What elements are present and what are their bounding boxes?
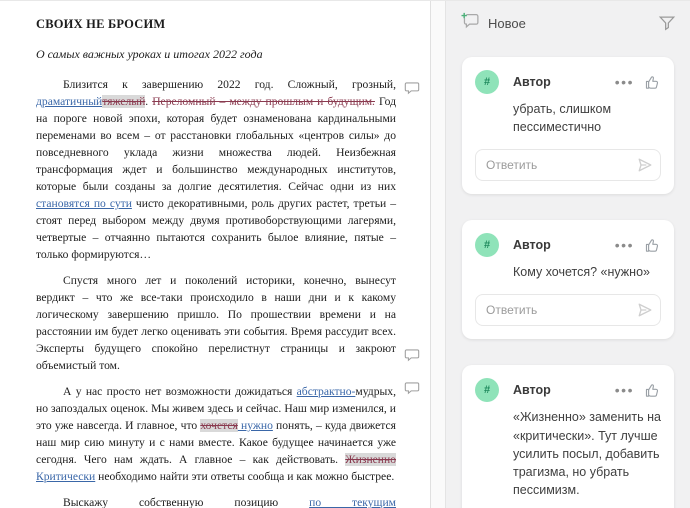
comment-card: # Автор ••• убрать, слишком пессиместичн…: [462, 57, 674, 194]
text-run: Выскажу собственную позицию: [63, 496, 309, 508]
text-run: необходимо найти эти ответы сообща и как…: [95, 470, 394, 483]
send-reply-button[interactable]: [637, 157, 653, 173]
filter-button[interactable]: [658, 14, 676, 32]
filter-icon: [658, 14, 676, 32]
send-reply-button[interactable]: [637, 302, 653, 318]
send-icon: [637, 302, 653, 318]
tracked-change-run: хочется: [200, 419, 238, 432]
tracked-change-run: нужно: [238, 419, 273, 432]
comment-text: Кому хочется? «нужно»: [513, 263, 661, 281]
comment-text: «Жизненно» заменить на «критически». Тут…: [513, 408, 661, 499]
tracked-change-run: абстрактно-: [297, 385, 356, 398]
comment-anchor-icon[interactable]: [404, 348, 420, 362]
tracked-change-run: драматичный: [36, 95, 102, 108]
text-run: Близится к завершению 2022 год. Сложный,…: [63, 78, 396, 91]
tracked-change-run: Критически: [36, 470, 95, 483]
comment-anchor-icon[interactable]: [404, 381, 420, 395]
paragraph: Спустя много лет и поколений историки, к…: [36, 272, 396, 374]
avatar: #: [475, 233, 499, 257]
paragraph: А у нас просто нет возможности дожидатьс…: [36, 383, 396, 485]
thumbs-up-button[interactable]: [644, 74, 661, 91]
document-subtitle: О самых важных уроках и итогах 2022 года: [36, 47, 396, 62]
text-run: А у нас просто нет возможности дожидатьс…: [63, 385, 297, 398]
new-comment-button[interactable]: Новое: [460, 12, 526, 34]
app-window: СВОИХ НЕ БРОСИМ О самых важных уроках и …: [0, 0, 690, 508]
tracked-change-run: Переломный – между прошлым и будущим.: [152, 95, 375, 108]
comment-card-header: # Автор •••: [475, 233, 661, 257]
document-page: СВОИХ НЕ БРОСИМ О самых важных уроках и …: [0, 1, 430, 508]
thumbs-up-button[interactable]: [644, 382, 661, 399]
thumbs-up-icon: [644, 382, 661, 399]
send-icon: [637, 157, 653, 173]
avatar: #: [475, 378, 499, 402]
reply-input[interactable]: [475, 294, 661, 326]
thumbs-up-button[interactable]: [644, 237, 661, 254]
tracked-change-run: становятся по сути: [36, 197, 132, 210]
comment-options-button[interactable]: •••: [615, 77, 634, 87]
document-body: Близится к завершению 2022 год. Сложный,…: [36, 76, 396, 508]
text-run: Год на пороге новой эпохи, которая будет…: [36, 95, 396, 193]
thumbs-up-icon: [644, 237, 661, 254]
comment-text: убрать, слишком пессиместично: [513, 100, 661, 136]
thumbs-up-icon: [644, 74, 661, 91]
comment-anchor-icon[interactable]: [404, 81, 420, 95]
reply-row: [475, 294, 661, 326]
comment-author: Автор: [513, 238, 551, 252]
comment-card-header: # Автор •••: [475, 378, 661, 402]
add-comment-icon: [460, 12, 480, 34]
avatar: #: [475, 70, 499, 94]
comment-author: Автор: [513, 383, 551, 397]
comment-options-button[interactable]: •••: [615, 240, 634, 250]
comments-panel-header: Новое: [460, 11, 676, 35]
new-comment-label: Новое: [488, 16, 526, 31]
reply-row: [475, 149, 661, 181]
comment-card-header: # Автор •••: [475, 70, 661, 94]
comment-card: # Автор ••• «Жизненно» заменить на «крит…: [462, 365, 674, 508]
paragraph: Близится к завершению 2022 год. Сложный,…: [36, 76, 396, 263]
tracked-change-run: Жизненно: [345, 453, 396, 466]
document-scrollbar[interactable]: [430, 1, 446, 508]
reply-input[interactable]: [475, 149, 661, 181]
comment-options-button[interactable]: •••: [615, 385, 634, 395]
tracked-change-run: тяжелый: [102, 95, 145, 108]
comments-list: # Автор ••• убрать, слишком пессиместичн…: [460, 57, 676, 508]
paragraph: Выскажу собственную позицию по текущим с…: [36, 494, 396, 508]
text-run: Спустя много лет и поколений историки, к…: [36, 274, 396, 372]
document-title: СВОИХ НЕ БРОСИМ: [36, 17, 396, 32]
comment-card: # Автор ••• Кому хочется? «нужно»: [462, 220, 674, 339]
comment-author: Автор: [513, 75, 551, 89]
comments-panel: Новое # Автор •••: [446, 1, 690, 508]
